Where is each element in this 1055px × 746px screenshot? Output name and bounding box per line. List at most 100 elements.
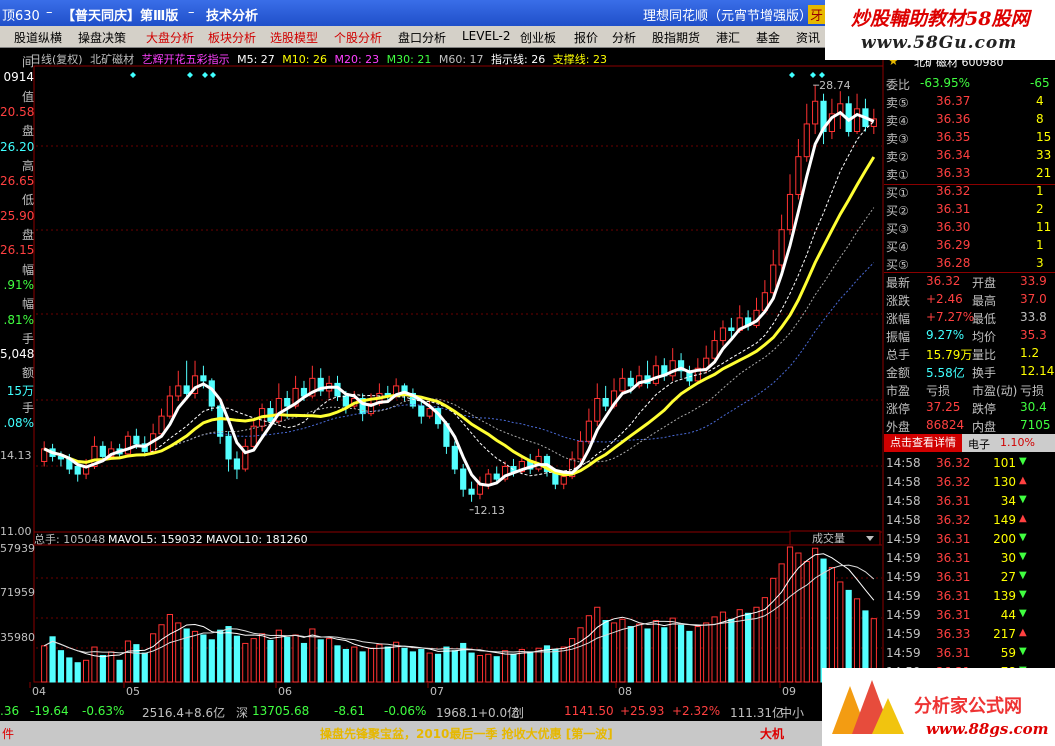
- candle[interactable]: [778, 214, 785, 271]
- buy-price: 36.32: [936, 184, 971, 198]
- stat-value: 12.14: [1020, 364, 1055, 378]
- price-axis-label: 11.00: [0, 525, 32, 538]
- candle[interactable]: [577, 431, 584, 462]
- volume-axis-top: 57939: [0, 542, 35, 555]
- volume-bar: [267, 639, 274, 683]
- marquee-text[interactable]: 操盘先锋聚宝盆，2010最后一季 抢收大优惠 [第一波]: [320, 725, 613, 742]
- volume-bar: [795, 552, 802, 683]
- volume-bar: [577, 627, 584, 683]
- volume-bar: [594, 606, 601, 683]
- candle[interactable]: [41, 441, 48, 467]
- volume-bar: [426, 652, 433, 683]
- candle[interactable]: [418, 401, 425, 424]
- tick-time: 14:58: [886, 475, 921, 489]
- stat-label: 金额: [886, 366, 911, 380]
- volume-bar: [116, 659, 123, 683]
- candle[interactable]: [837, 91, 844, 129]
- candle[interactable]: [862, 98, 869, 132]
- candle[interactable]: [535, 448, 542, 472]
- tick-time: 14:59: [886, 551, 921, 565]
- stat-value: 37.0: [1020, 292, 1047, 306]
- volume-bar: [418, 648, 425, 683]
- buy-volume: 11: [1036, 220, 1052, 234]
- candle[interactable]: [124, 431, 132, 457]
- stat-label: 量比: [972, 348, 997, 362]
- candle[interactable]: [468, 481, 475, 502]
- stat-label: 总手: [886, 348, 911, 362]
- candle[interactable]: [208, 378, 215, 412]
- candle[interactable]: [820, 93, 827, 145]
- sector-change: 1.10%: [1000, 436, 1035, 449]
- watermark-logo: [832, 680, 904, 734]
- volume-bar: [778, 563, 785, 683]
- candle[interactable]: [669, 348, 676, 381]
- volume-bar: [661, 627, 668, 683]
- down-arrow-icon: ▼: [1019, 551, 1027, 562]
- volume-bar: [745, 612, 752, 683]
- tick-price: 36.31: [936, 551, 971, 565]
- volume-bar: [367, 647, 375, 683]
- stat-label: 最新: [886, 276, 911, 290]
- volume-bar: [91, 646, 98, 683]
- volume-bar: [166, 614, 173, 683]
- sector-tab[interactable]: 电子: [968, 436, 990, 452]
- stat-value: 9.27%: [926, 328, 965, 342]
- candle[interactable]: [770, 249, 777, 296]
- sell-price: 36.33: [936, 166, 971, 180]
- stat-value: 33.8: [1020, 310, 1047, 324]
- candle[interactable]: [183, 360, 190, 399]
- buy-volume: 3: [1036, 256, 1044, 270]
- candle[interactable]: [812, 85, 819, 135]
- volume-bar: [41, 645, 48, 683]
- candle[interactable]: [711, 330, 718, 361]
- volume-bar: [208, 639, 215, 683]
- volume-bar: [602, 620, 609, 683]
- indicator-selector-label[interactable]: 成交量: [812, 531, 845, 545]
- buy-level-label: 买①: [886, 186, 909, 200]
- candle[interactable]: [166, 385, 173, 419]
- candle[interactable]: [845, 96, 852, 137]
- ma30-line: [43, 262, 875, 463]
- candle[interactable]: [527, 453, 534, 475]
- high-marker: 28.74: [819, 79, 851, 92]
- candle[interactable]: [451, 441, 458, 475]
- down-arrow-icon: ▼: [1019, 494, 1027, 505]
- signal-diamond-icon: [202, 72, 208, 78]
- sell-price: 36.34: [936, 148, 971, 162]
- candle[interactable]: [602, 385, 609, 412]
- candle[interactable]: [677, 353, 685, 379]
- candle[interactable]: [619, 368, 626, 394]
- volume-bar: [518, 648, 525, 683]
- index-item-4: 深: [236, 706, 249, 720]
- candle[interactable]: [652, 355, 660, 386]
- index-item-8: 1968.1+0.0亿: [436, 706, 520, 720]
- status-right-tag: 大机: [760, 727, 785, 741]
- volume-bar: [443, 646, 450, 683]
- candlestick-series: [41, 85, 877, 502]
- stat-label: 涨幅: [886, 312, 911, 326]
- candle[interactable]: [786, 174, 794, 235]
- candle[interactable]: [317, 368, 324, 396]
- candle[interactable]: [585, 408, 592, 444]
- candle[interactable]: [409, 388, 417, 409]
- candle[interactable]: [460, 463, 467, 497]
- candle[interactable]: [217, 403, 224, 444]
- candle[interactable]: [803, 103, 810, 162]
- tick-time: 14:59: [886, 589, 921, 603]
- candle[interactable]: [661, 358, 668, 381]
- volume-bar: [409, 651, 417, 683]
- buy-level-label: 买④: [886, 240, 909, 254]
- candle[interactable]: [719, 320, 727, 346]
- candle[interactable]: [191, 360, 199, 399]
- candle[interactable]: [175, 370, 182, 402]
- view-details-button[interactable]: 点击查看详情: [884, 434, 962, 452]
- candle[interactable]: [242, 438, 249, 472]
- candle[interactable]: [644, 360, 651, 389]
- tick-time: 14:58: [886, 456, 921, 470]
- candle[interactable]: [594, 383, 601, 427]
- candle[interactable]: [233, 451, 241, 480]
- candle[interactable]: [359, 393, 366, 422]
- down-arrow-icon: ▼: [1019, 646, 1027, 657]
- index-item-10: 1141.50: [564, 704, 614, 718]
- candle[interactable]: [795, 139, 802, 200]
